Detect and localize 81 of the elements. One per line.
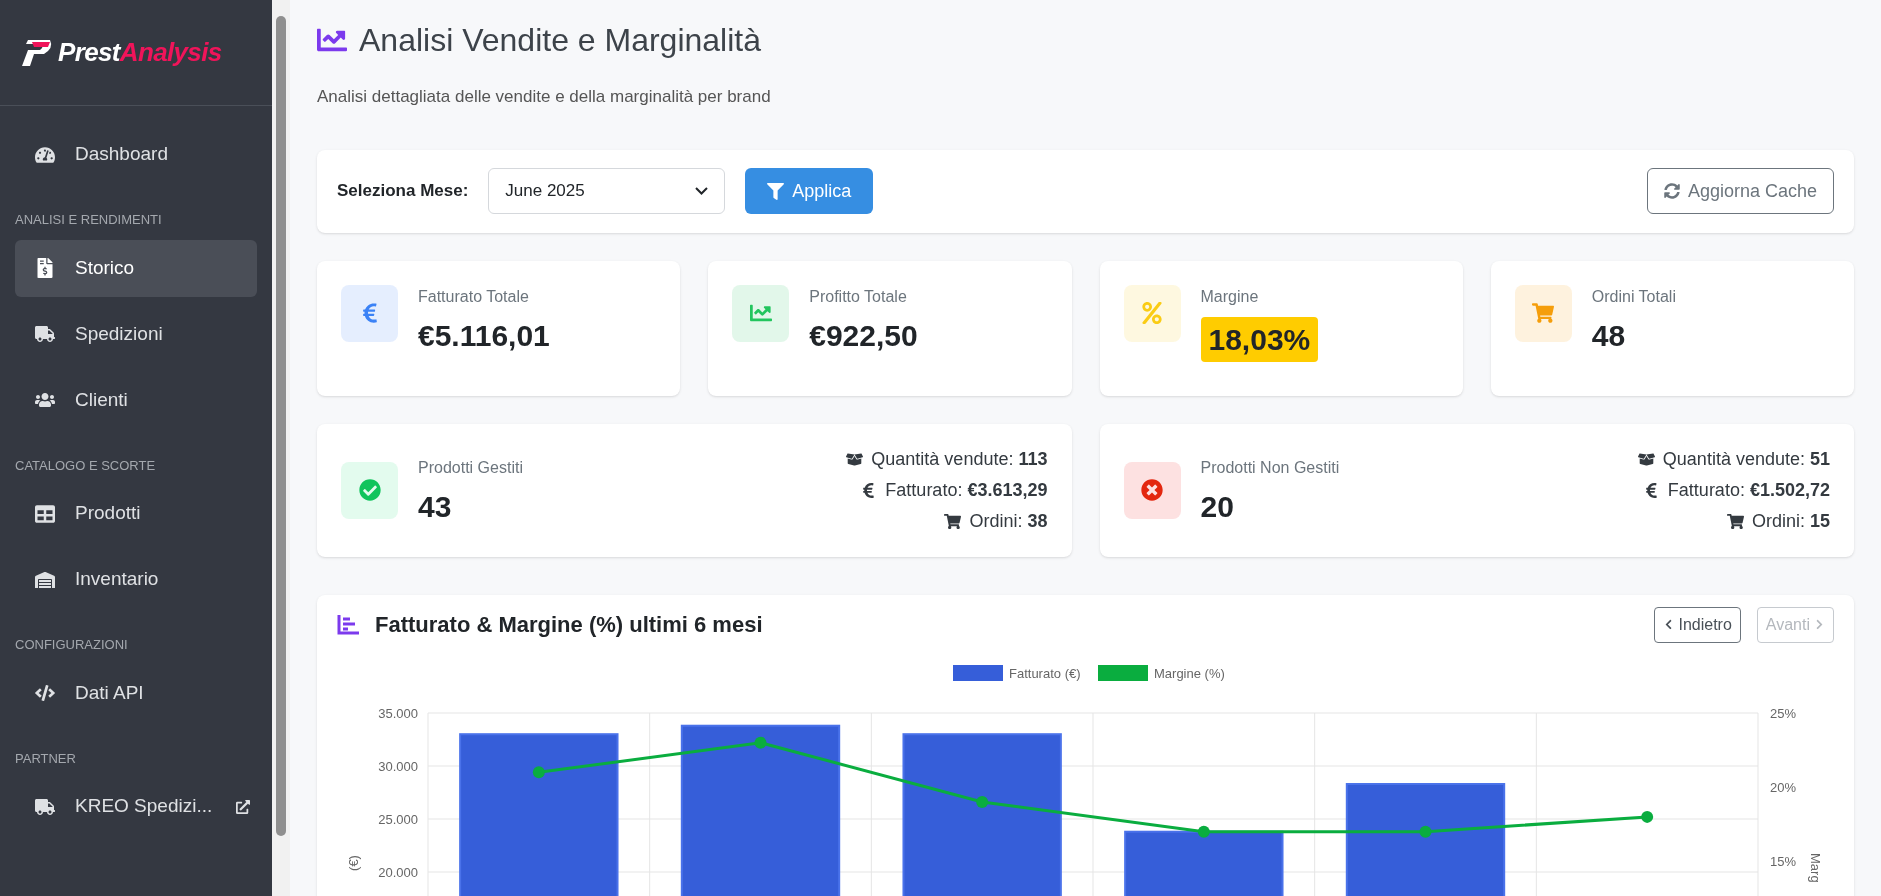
back-button[interactable]: Indietro [1654,606,1741,643]
refresh-icon [1663,183,1680,199]
detail-text: Fatturato: €3.613,29 [885,478,1048,502]
detail-text: Quantità vendute: 113 [871,447,1048,471]
revenue-bar[interactable] [459,732,619,896]
chevron-right-icon [1814,619,1825,630]
chevron-down-icon [695,187,709,195]
point [1197,825,1210,838]
detail-text: Quantità vendute: 51 [1662,447,1830,471]
axis-title: Marg [1808,852,1823,883]
revenue-bar[interactable] [902,732,1062,896]
filter-label: Seleziona Mese: [337,180,469,203]
scrollbar[interactable] [272,0,290,896]
axis-label: 25.000 [378,811,418,827]
axis-label: 20.000 [378,864,418,880]
gauge-icon [35,144,55,165]
section-heading: PARTNER [14,749,77,768]
check-icon [341,461,398,519]
refresh-cache-button[interactable]: Aggiorna Cache [1646,168,1834,214]
warehouse-icon [35,569,55,590]
filter-icon [767,182,785,200]
detail-text: Ordini: 38 [969,509,1048,533]
invoice-icon [35,258,55,278]
stat-label: Margine [1200,286,1260,307]
axis-label: 30.000 [378,758,418,774]
point [1419,825,1432,838]
point [1641,810,1654,823]
logo-text: Prest [58,37,120,67]
nav-item[interactable]: Dati API [15,664,257,722]
section-heading: ANALISI E RENDIMENTI [14,211,163,229]
stat-label: Prodotti Non Gestiti [1200,457,1340,478]
detail-text: Fatturato: €1.502,72 [1667,478,1830,502]
legend-label: Fatturato (€) [1009,665,1081,681]
stat-value: 20 [1200,488,1235,525]
revenue-bar[interactable] [1345,782,1506,896]
table-icon [35,503,55,524]
legend-item[interactable]: Fatturato (€) [953,664,1081,681]
page-subtitle: Analisi dettagliata delle vendite e della marginalità per brand [317,86,772,108]
nav-item[interactable]: Prodotti [15,485,257,542]
nav-item[interactable]: Inventario [15,551,257,608]
cart-icon [944,512,962,530]
chart-title: Fatturato & Margine (%) ultimi 6 mesi [375,611,763,639]
axis-label: 15% [1770,853,1797,869]
nav-item[interactable]: Spedizioni [15,305,257,363]
legend-item[interactable]: Margine (%) [1098,664,1225,681]
truck-icon [35,324,55,344]
point [532,765,545,778]
section-heading: CONFIGURAZIONI [14,636,129,654]
stat-value: €922,50 [809,317,918,354]
stat-value: 43 [418,488,453,525]
stat-label: Prodotti Gestiti [418,457,523,478]
stat-label: Ordini Totali [1591,286,1676,307]
truck-icon [35,796,55,817]
nav-item[interactable]: Clienti [15,371,257,429]
page-title: Analisi Vendite e Marginalità [359,21,761,60]
stat-value: 18,03% [1200,316,1319,362]
axis-label: 20% [1770,779,1797,795]
stat-value: €5.116,01 [418,317,550,354]
axis-title: (€) [346,854,361,871]
code-icon [35,683,55,703]
stat-label: Profitto Totale [809,286,908,307]
nav-item[interactable]: Storico [15,239,257,297]
legend-label: Margine (%) [1154,665,1225,681]
revenue-bar[interactable] [1124,830,1284,896]
nav-item[interactable]: Dashboard [15,126,257,183]
cart-icon [1726,512,1744,530]
stat-label: Fatturato Totale [418,286,530,307]
revenue-bar[interactable] [680,724,841,896]
detail-text: Ordini: 15 [1751,509,1830,533]
stat-value: 48 [1591,317,1627,354]
section-heading: CATALOGO E SCORTE [14,456,157,475]
users-icon [35,390,55,410]
bar-chart-icon [337,614,359,635]
point [976,795,989,808]
axis-label: 25% [1770,705,1797,721]
axis-label: 35.000 [378,705,418,721]
logo-icon [20,37,54,68]
point [754,736,767,749]
month-select[interactable]: June 2025 [488,168,726,214]
error-icon [1123,461,1181,519]
nav-item[interactable]: KREO Spedizi... [15,778,257,835]
